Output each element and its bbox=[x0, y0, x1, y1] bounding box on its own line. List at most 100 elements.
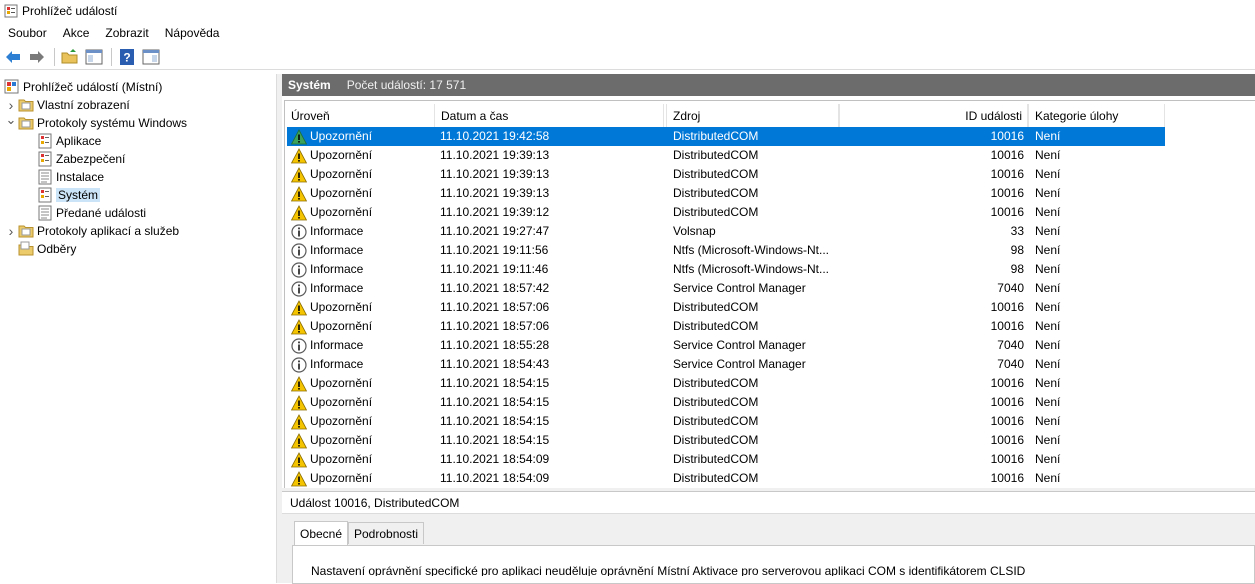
chevron-right-icon[interactable]: › bbox=[4, 223, 18, 239]
event-description: Nastavení oprávnění specifické pro aplik… bbox=[311, 564, 1026, 576]
table-row[interactable]: Upozornění 11.10.2021 19:39:12 Distributed… bbox=[287, 203, 1165, 222]
table-row[interactable]: Upozornění 11.10.2021 18:57:06 Distributed… bbox=[287, 298, 1165, 317]
tree-item-label: Vlastní zobrazení bbox=[37, 98, 130, 112]
table-row[interactable]: Upozornění 11.10.2021 18:54:15 Distributed… bbox=[287, 374, 1165, 393]
table-row[interactable]: Upozornění 11.10.2021 19:42:58 Distributed… bbox=[287, 127, 1165, 146]
back-button[interactable] bbox=[2, 46, 24, 68]
folder-icon bbox=[18, 117, 34, 130]
chevron-right-icon[interactable]: › bbox=[4, 97, 18, 113]
cell-event-id: 98 bbox=[1010, 243, 1024, 257]
warning-icon bbox=[291, 147, 307, 163]
tree-item[interactable]: ⌄ Protokoly systému Windows bbox=[4, 112, 188, 132]
cell-level: Informace bbox=[291, 336, 431, 355]
cell-task-category: Není bbox=[1035, 148, 1061, 162]
tab-details[interactable]: Podrobnosti bbox=[348, 522, 425, 544]
tree-item[interactable]: Prohlížeč událostí (Místní) bbox=[4, 78, 162, 96]
table-row[interactable]: Informace 11.10.2021 19:11:56 Ntfs (Micros… bbox=[287, 241, 1165, 260]
tree-item[interactable]: Zabezpečení bbox=[37, 150, 125, 168]
column-header-event-id[interactable]: ID události bbox=[839, 104, 1028, 128]
cell-datetime: 11.10.2021 19:39:13 bbox=[440, 167, 550, 181]
table-row[interactable]: Upozornění 11.10.2021 18:54:15 Distributed… bbox=[287, 412, 1165, 431]
cell-level: Upozornění bbox=[291, 184, 431, 203]
tab-general[interactable]: Obecné bbox=[294, 521, 349, 545]
cell-task-category: Není bbox=[1035, 433, 1061, 447]
cell-datetime: 11.10.2021 18:54:15 bbox=[440, 414, 550, 428]
cell-task-category: Není bbox=[1035, 319, 1061, 333]
event-detail-title: Událost 10016, DistributedCOM bbox=[282, 492, 1255, 514]
tree-item[interactable]: › Protokoly aplikací a služeb bbox=[4, 222, 179, 240]
cell-event-id: 10016 bbox=[990, 205, 1024, 219]
cell-datetime: 11.10.2021 18:54:09 bbox=[440, 471, 550, 485]
level-text: Upozornění bbox=[310, 186, 373, 200]
pane-title: Systém bbox=[288, 78, 331, 92]
cell-source: DistributedCOM bbox=[673, 433, 759, 447]
warning-icon bbox=[291, 375, 307, 391]
table-row[interactable]: Upozornění 11.10.2021 19:39:13 Distributed… bbox=[287, 146, 1165, 165]
tree-item[interactable]: Aplikace bbox=[37, 132, 101, 150]
table-row[interactable]: Upozornění 11.10.2021 18:54:15 Distributed… bbox=[287, 431, 1165, 450]
toolbar: ? bbox=[0, 44, 1255, 70]
cell-task-category: Není bbox=[1035, 357, 1061, 371]
cell-datetime: 11.10.2021 19:11:46 bbox=[440, 262, 549, 276]
tree-item[interactable]: Odběry bbox=[4, 240, 76, 258]
cell-task-category: Není bbox=[1035, 300, 1061, 314]
table-row[interactable]: Informace 11.10.2021 18:54:43 Service Cont… bbox=[287, 355, 1165, 374]
help-button[interactable]: ? bbox=[116, 46, 138, 68]
cell-event-id: 10016 bbox=[990, 148, 1024, 162]
cell-event-id: 10016 bbox=[990, 300, 1024, 314]
menu-zobrazit[interactable]: Zobrazit bbox=[97, 26, 156, 40]
table-row[interactable]: Upozornění 11.10.2021 18:54:15 Distributed… bbox=[287, 393, 1165, 412]
level-text: Upozornění bbox=[310, 471, 373, 485]
show-hide-action-pane-button[interactable] bbox=[140, 46, 162, 68]
column-header-task-category[interactable]: Kategorie úlohy bbox=[1028, 104, 1165, 128]
tree-item[interactable]: Předané události bbox=[37, 204, 146, 222]
menu-akce[interactable]: Akce bbox=[55, 26, 98, 40]
menu-napoveda[interactable]: Nápověda bbox=[157, 26, 228, 40]
level-text: Upozornění bbox=[310, 300, 373, 314]
tree-item-label: Instalace bbox=[56, 170, 105, 184]
cell-source: Service Control Manager bbox=[673, 281, 806, 295]
table-row[interactable]: Informace 11.10.2021 19:11:46 Ntfs (Micros… bbox=[287, 260, 1165, 279]
chevron-down-icon[interactable]: ⌄ bbox=[4, 112, 18, 127]
cell-source: DistributedCOM bbox=[673, 452, 759, 466]
subscription-icon bbox=[18, 241, 34, 256]
cell-source: Service Control Manager bbox=[673, 338, 806, 352]
cell-datetime: 11.10.2021 18:54:15 bbox=[440, 395, 550, 409]
cell-source: DistributedCOM bbox=[673, 148, 759, 162]
up-folder-button[interactable] bbox=[59, 46, 81, 68]
cell-task-category: Není bbox=[1035, 414, 1061, 428]
tree-item-label: Prohlížeč událostí (Místní) bbox=[23, 80, 163, 94]
warning-icon bbox=[291, 166, 307, 182]
cell-datetime: 11.10.2021 18:54:43 bbox=[440, 357, 550, 371]
column-header-source[interactable]: Zdroj bbox=[666, 104, 839, 128]
show-hide-tree-button[interactable] bbox=[83, 46, 105, 68]
table-row[interactable]: Upozornění 11.10.2021 19:39:13 Distributed… bbox=[287, 165, 1165, 184]
table-row[interactable]: Upozornění 11.10.2021 18:54:09 Distributed… bbox=[287, 469, 1165, 488]
table-row[interactable]: Informace 11.10.2021 18:57:42 Service Cont… bbox=[287, 279, 1165, 298]
level-text: Upozornění bbox=[310, 452, 373, 466]
tree-item[interactable]: Instalace bbox=[37, 168, 104, 186]
cell-source: DistributedCOM bbox=[673, 395, 759, 409]
window-title: Prohlížeč událostí bbox=[22, 4, 118, 18]
table-row[interactable]: Informace 11.10.2021 19:27:47 Volsnap 33 Nen… bbox=[287, 222, 1165, 241]
forward-button[interactable] bbox=[26, 46, 48, 68]
menu-soubor[interactable]: Soubor bbox=[0, 26, 55, 40]
action-pane-icon bbox=[142, 49, 160, 64]
table-row[interactable]: Informace 11.10.2021 18:55:28 Service Cont… bbox=[287, 336, 1165, 355]
cell-level: Informace bbox=[291, 279, 431, 298]
cell-datetime: 11.10.2021 18:57:42 bbox=[440, 281, 550, 295]
table-row[interactable]: Upozornění 11.10.2021 18:54:09 Distributed… bbox=[287, 450, 1165, 469]
log-icon bbox=[38, 133, 52, 149]
column-header-datetime[interactable]: Datum a čas bbox=[434, 104, 667, 128]
tree-item[interactable]: Systém bbox=[37, 186, 101, 204]
tree-item[interactable]: › Vlastní zobrazení bbox=[4, 96, 130, 114]
cell-datetime: 11.10.2021 19:42:58 bbox=[440, 129, 550, 143]
table-row[interactable]: Upozornění 11.10.2021 18:57:06 Distributed… bbox=[287, 317, 1165, 336]
cell-source: DistributedCOM bbox=[673, 414, 759, 428]
warning-icon bbox=[291, 185, 307, 201]
menu-bar: Soubor Akce Zobrazit Nápověda bbox=[0, 22, 1255, 44]
log-icon bbox=[38, 151, 52, 167]
event-count: Počet událostí: 17 571 bbox=[346, 78, 467, 92]
forward-arrow-icon bbox=[30, 50, 44, 63]
table-row[interactable]: Upozornění 11.10.2021 19:39:13 Distributed… bbox=[287, 184, 1165, 203]
